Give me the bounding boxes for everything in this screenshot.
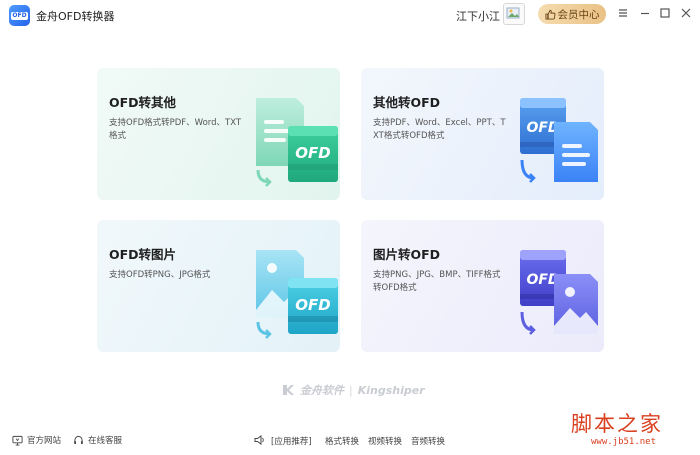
member-center-button[interactable]: 会员中心 xyxy=(538,4,606,24)
online-support-label: 在线客服 xyxy=(88,436,123,446)
card-other-to-ofd[interactable]: 其他转OFD 支持PDF、Word、Excel、PPT、TXT格式转OFD格式 … xyxy=(361,68,604,200)
app-logo-icon: OFD xyxy=(9,5,30,26)
thumb-up-icon xyxy=(544,9,555,20)
headset-icon xyxy=(74,435,83,444)
speaker-icon xyxy=(254,434,266,446)
maximize-icon[interactable] xyxy=(658,6,672,20)
username[interactable]: 江下小江 xyxy=(456,8,500,24)
card-description: 支持OFD转PNG、JPG格式 xyxy=(109,270,211,280)
online-support-link[interactable]: 在线客服 xyxy=(73,434,122,446)
brand-cn: 金舟软件 xyxy=(300,384,344,397)
card-ofd-to-image[interactable]: OFD转图片 支持OFD转PNG、JPG格式 OFD xyxy=(97,220,340,352)
video-convert-link[interactable]: 视频转换 xyxy=(368,435,402,447)
card-title: OFD转图片 xyxy=(109,247,177,262)
official-site-link[interactable]: 官方网站 xyxy=(12,434,61,446)
kingshiper-logo-icon xyxy=(283,385,294,395)
card-ofd-to-other[interactable]: OFD转其他 支持OFD格式转PDF、Word、TXT格式 OFD xyxy=(97,68,340,200)
card-description: 支持PDF、Word、Excel、PPT、TXT格式转OFD格式 xyxy=(373,118,506,141)
monitor-icon xyxy=(12,435,23,446)
format-convert-link[interactable]: 格式转换 xyxy=(325,435,359,447)
card-description: 支持OFD格式转PDF、Word、TXT格式 xyxy=(109,118,242,141)
card-title: 图片转OFD xyxy=(373,247,441,262)
member-center-label: 会员中心 xyxy=(557,8,600,21)
doc-to-ofd-icon: OFD xyxy=(514,92,604,188)
app-recommend-label: [应用推荐] xyxy=(271,437,312,447)
minimize-icon[interactable] xyxy=(638,6,652,20)
brand-separator: | xyxy=(349,383,353,397)
site-watermark: 脚本之家 xyxy=(571,412,663,436)
card-image-to-ofd[interactable]: 图片转OFD 支持PNG、JPG、BMP、TIFF格式转OFD格式 OFD xyxy=(361,220,604,352)
brand-en: Kingshiper xyxy=(357,383,425,397)
audio-convert-link[interactable]: 音频转换 xyxy=(411,435,445,447)
brand-logo: 金舟软件 | Kingshiper xyxy=(281,383,425,397)
ofd-to-doc-icon: OFD xyxy=(250,92,340,188)
ofd-to-image-icon: OFD xyxy=(250,244,340,340)
title-bar: OFD 金舟OFD转换器 江下小江 会员中心 xyxy=(0,0,700,30)
site-watermark-url: www.jb51.net xyxy=(591,437,657,447)
menu-icon[interactable] xyxy=(616,6,630,20)
svg-text:OFD: OFD xyxy=(295,144,330,162)
card-title: 其他转OFD xyxy=(373,95,441,110)
official-site-label: 官方网站 xyxy=(27,436,62,446)
card-description: 支持PNG、JPG、BMP、TIFF格式转OFD格式 xyxy=(373,270,501,293)
svg-text:OFD: OFD xyxy=(295,296,330,314)
app-title: 金舟OFD转换器 xyxy=(36,10,115,23)
avatar[interactable] xyxy=(503,3,525,25)
image-to-ofd-icon: OFD xyxy=(514,244,604,340)
card-title: OFD转其他 xyxy=(109,95,177,110)
close-icon[interactable] xyxy=(679,6,693,20)
